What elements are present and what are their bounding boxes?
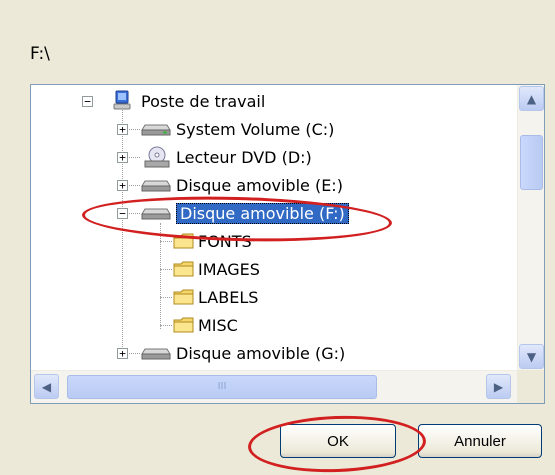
scroll-down-button[interactable]: ▼ <box>519 344 544 369</box>
tree-item-poste-de-travail[interactable]: Poste de travail <box>111 89 265 113</box>
tree-item-folder-misc[interactable]: MISC <box>173 313 238 337</box>
tree-item-label: Disque amovible (E:) <box>176 175 343 195</box>
scroll-right-button[interactable]: ▶ <box>486 374 511 399</box>
folder-icon <box>173 261 194 277</box>
tree-item-drive-g[interactable]: Disque amovible (G:) <box>141 341 345 365</box>
tree-line <box>160 297 172 298</box>
tree-item-drive-f[interactable]: Disque amovible (F:) <box>141 201 349 225</box>
tree-item-folder-fonts[interactable]: FONTS <box>173 229 252 253</box>
dvd-drive-icon <box>144 146 170 168</box>
expand-toggle[interactable]: + <box>117 180 128 191</box>
horizontal-scrollbar[interactable]: ◀ III ▶ <box>31 370 517 403</box>
tree-item-drive-e[interactable]: Disque amovible (E:) <box>141 173 343 197</box>
folder-icon <box>173 233 194 249</box>
chevron-right-icon: ▶ <box>493 379 504 394</box>
computer-icon <box>113 90 131 110</box>
scroll-left-button[interactable]: ◀ <box>34 374 59 399</box>
chevron-up-icon: ▲ <box>526 91 537 106</box>
scroll-up-button[interactable]: ▲ <box>519 86 544 111</box>
tree-item-label: Poste de travail <box>141 91 266 111</box>
tree-item-label: LABELS <box>198 287 259 307</box>
tree-item-drive-d[interactable]: Lecteur DVD (D:) <box>141 145 312 169</box>
cancel-button[interactable]: Annuler <box>418 424 542 458</box>
folder-tree[interactable]: − Poste de travail + System Volume (C:) … <box>30 84 545 404</box>
tree-item-label-selected: Disque amovible (F:) <box>176 202 349 224</box>
tree-item-label: IMAGES <box>198 259 260 279</box>
hard-drive-icon <box>141 124 171 136</box>
scrollbar-corner <box>517 370 544 403</box>
tree-item-label: FONTS <box>198 231 252 251</box>
tree-line <box>122 103 123 355</box>
tree-item-drive-c[interactable]: System Volume (C:) <box>141 117 334 141</box>
tree-view[interactable]: − Poste de travail + System Volume (C:) … <box>31 85 517 370</box>
removable-drive-icon <box>141 348 171 360</box>
folder-icon <box>173 289 194 305</box>
chevron-left-icon: ◀ <box>41 379 52 394</box>
tree-line <box>160 269 172 270</box>
vertical-scrollbar[interactable]: ▲ ▼ <box>517 85 544 370</box>
removable-drive-icon <box>141 208 171 220</box>
tree-item-label: Disque amovible (G:) <box>176 343 346 363</box>
tree-item-label: Lecteur DVD (D:) <box>176 147 312 167</box>
tree-item-label: System Volume (C:) <box>176 119 335 139</box>
tree-item-folder-images[interactable]: IMAGES <box>173 257 260 281</box>
tree-item-folder-labels[interactable]: LABELS <box>173 285 258 309</box>
horizontal-scroll-thumb[interactable]: III <box>67 375 377 399</box>
ok-button[interactable]: OK <box>280 424 396 458</box>
tree-line <box>160 325 172 326</box>
vertical-scroll-thumb[interactable] <box>520 135 543 190</box>
tree-line <box>160 223 161 329</box>
scroll-grip-icon: III <box>217 381 227 392</box>
tree-line <box>160 241 172 242</box>
folder-icon <box>173 317 194 333</box>
expand-toggle[interactable]: + <box>117 124 128 135</box>
tree-item-label: MISC <box>198 315 238 335</box>
expand-toggle[interactable]: + <box>117 152 128 163</box>
collapse-toggle[interactable]: − <box>117 208 128 219</box>
chevron-down-icon: ▼ <box>526 349 537 364</box>
collapse-toggle[interactable]: − <box>82 96 93 107</box>
removable-drive-icon <box>141 180 171 192</box>
expand-toggle[interactable]: + <box>117 348 128 359</box>
path-label: F:\ <box>30 44 50 64</box>
